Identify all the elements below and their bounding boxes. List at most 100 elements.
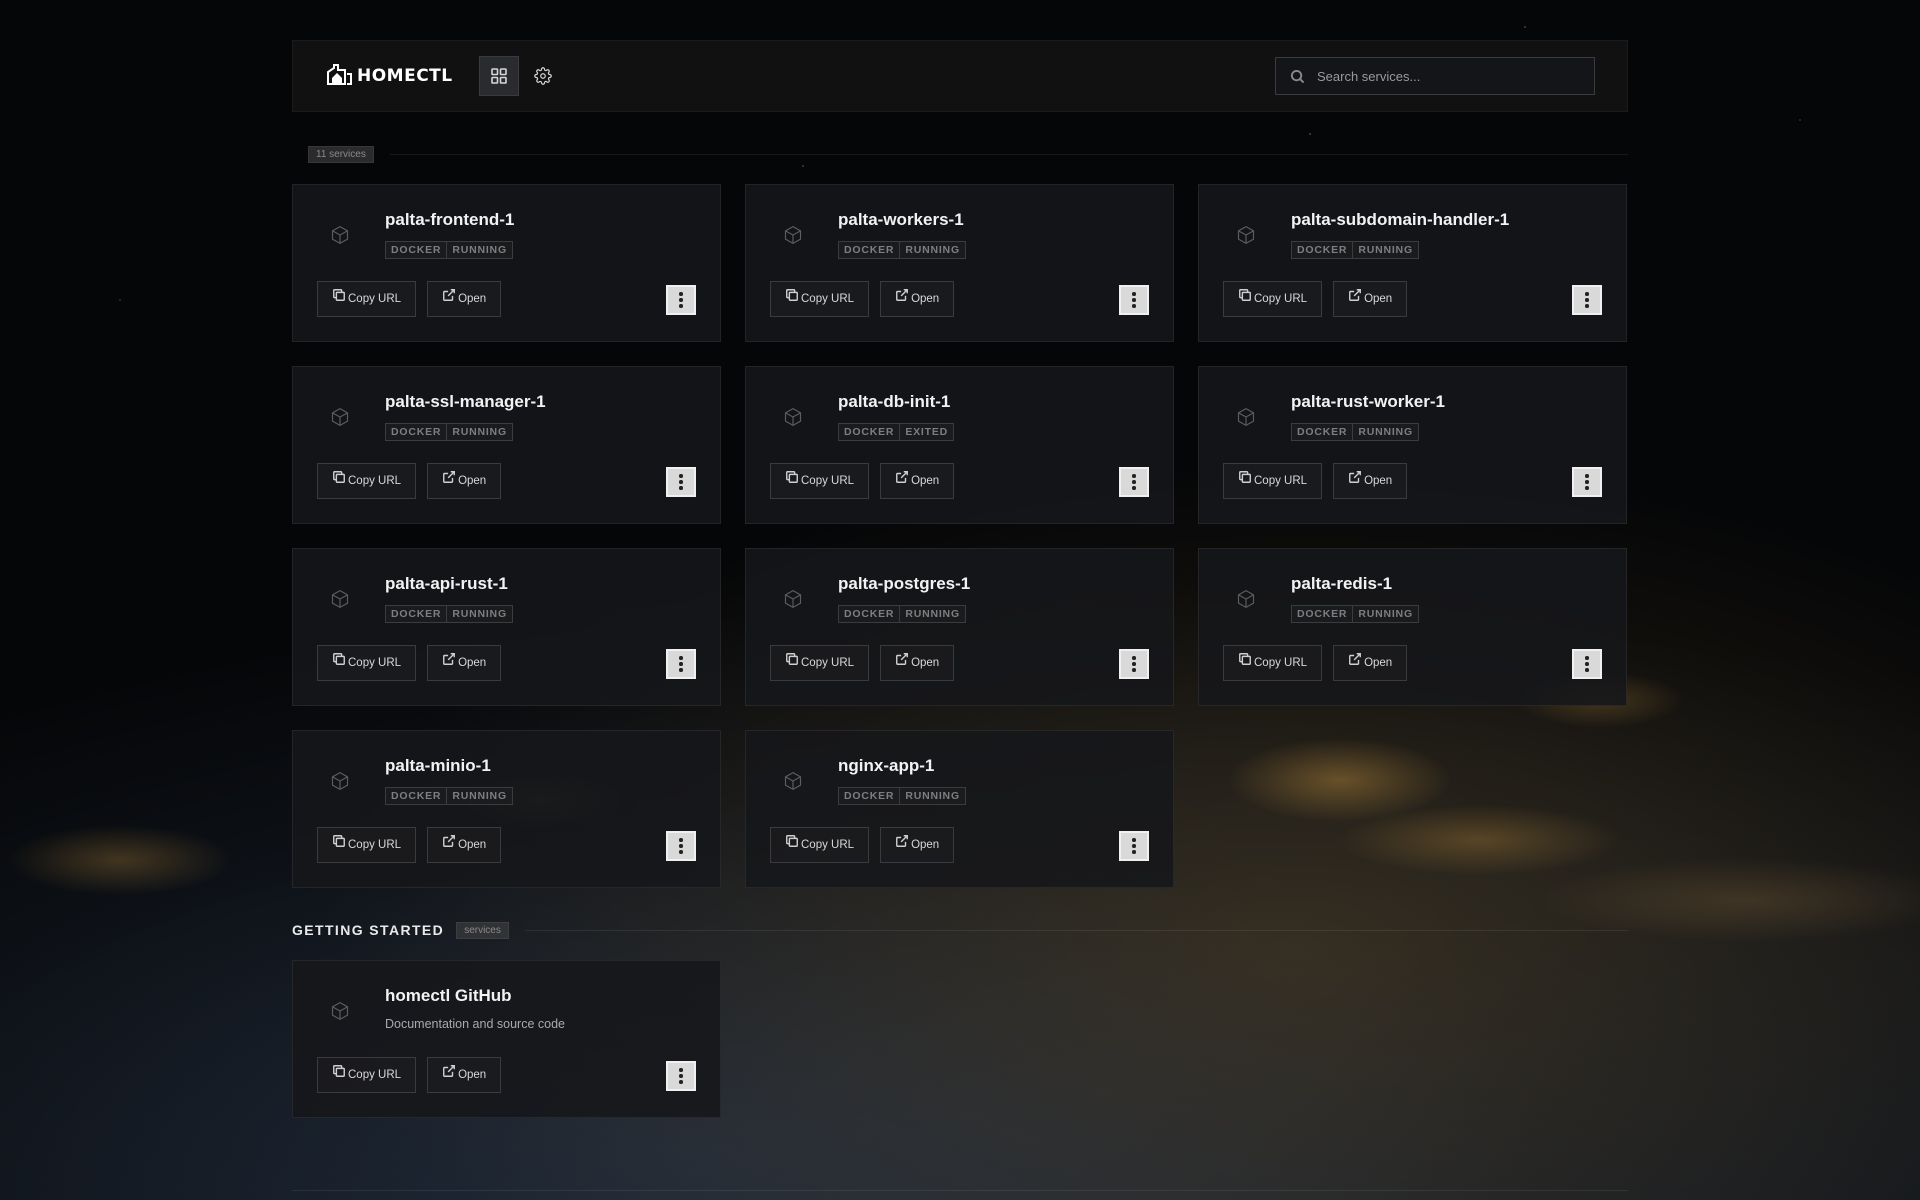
open-label: Open bbox=[1364, 475, 1393, 487]
copy-url-label: Copy URL bbox=[801, 293, 855, 305]
more-options-button[interactable] bbox=[666, 649, 696, 679]
service-name: palta-api-rust-1 bbox=[385, 574, 508, 593]
more-options-button[interactable] bbox=[666, 467, 696, 497]
open-button[interactable]: Open bbox=[427, 281, 502, 317]
more-options-button[interactable] bbox=[1119, 831, 1149, 861]
service-card[interactable]: palta-subdomain-handler-1 DOCKER RUNNING Co… bbox=[1198, 184, 1627, 342]
service-card[interactable]: palta-minio-1 DOCKER RUNNING Copy URL Open bbox=[292, 730, 721, 888]
service-card[interactable]: palta-ssl-manager-1 DOCKER RUNNING Copy URL… bbox=[292, 366, 721, 524]
open-button[interactable]: Open bbox=[1333, 645, 1408, 681]
more-options-button[interactable] bbox=[1572, 649, 1602, 679]
more-options-button[interactable] bbox=[666, 831, 696, 861]
service-name: palta-workers-1 bbox=[838, 210, 964, 229]
status-badge: RUNNING bbox=[447, 605, 513, 623]
service-card[interactable]: palta-redis-1 DOCKER RUNNING Copy URL Open bbox=[1198, 548, 1627, 706]
type-badge: DOCKER bbox=[385, 241, 448, 259]
copy-icon bbox=[332, 1065, 346, 1081]
copy-url-button[interactable]: Copy URL bbox=[1223, 645, 1323, 681]
copy-url-button[interactable]: Copy URL bbox=[317, 1057, 417, 1093]
grid-view-button[interactable] bbox=[478, 56, 519, 96]
more-options-button[interactable] bbox=[666, 1061, 696, 1091]
more-options-button[interactable] bbox=[1119, 285, 1149, 315]
open-button[interactable]: Open bbox=[427, 1057, 502, 1093]
open-button[interactable]: Open bbox=[427, 827, 502, 863]
type-badge: DOCKER bbox=[385, 605, 448, 623]
service-card[interactable]: palta-rust-worker-1 DOCKER RUNNING Copy URL… bbox=[1198, 366, 1627, 524]
app-container: HOMECTL 11 services bbox=[292, 40, 1628, 1118]
open-button[interactable]: Open bbox=[880, 281, 955, 317]
open-label: Open bbox=[458, 293, 487, 305]
copy-url-button[interactable]: Copy URL bbox=[1223, 281, 1323, 317]
open-button[interactable]: Open bbox=[880, 463, 955, 499]
cube-icon bbox=[330, 407, 350, 427]
service-name: palta-rust-worker-1 bbox=[1291, 392, 1445, 411]
open-label: Open bbox=[458, 1069, 487, 1081]
card-actions: Copy URL Open bbox=[317, 463, 502, 499]
type-badge: DOCKER bbox=[385, 787, 448, 805]
copy-url-button[interactable]: Copy URL bbox=[770, 645, 870, 681]
external-link-icon bbox=[895, 653, 909, 669]
search-box[interactable] bbox=[1275, 57, 1595, 95]
open-button[interactable]: Open bbox=[880, 827, 955, 863]
status-badge: RUNNING bbox=[900, 787, 966, 805]
copy-url-label: Copy URL bbox=[1254, 657, 1308, 669]
service-card[interactable]: nginx-app-1 DOCKER RUNNING Copy URL Open bbox=[745, 730, 1174, 888]
search-icon bbox=[1290, 69, 1305, 83]
copy-url-button[interactable]: Copy URL bbox=[770, 827, 870, 863]
more-options-button[interactable] bbox=[1119, 467, 1149, 497]
copy-url-label: Copy URL bbox=[801, 475, 855, 487]
open-button[interactable]: Open bbox=[1333, 281, 1408, 317]
card-actions: Copy URL Open bbox=[317, 827, 502, 863]
copy-url-button[interactable]: Copy URL bbox=[1223, 463, 1323, 499]
open-button[interactable]: Open bbox=[427, 645, 502, 681]
copy-url-button[interactable]: Copy URL bbox=[770, 281, 870, 317]
open-button[interactable]: Open bbox=[427, 463, 502, 499]
type-badge: DOCKER bbox=[385, 423, 448, 441]
more-options-button[interactable] bbox=[1572, 467, 1602, 497]
section-header-services: 11 services bbox=[292, 144, 1628, 164]
open-label: Open bbox=[911, 839, 940, 851]
more-vertical-icon bbox=[679, 292, 683, 308]
copy-url-button[interactable]: Copy URL bbox=[317, 281, 417, 317]
card-actions: Copy URL Open bbox=[770, 645, 955, 681]
more-options-button[interactable] bbox=[1572, 285, 1602, 315]
service-card[interactable]: palta-workers-1 DOCKER RUNNING Copy URL Open bbox=[745, 184, 1174, 342]
service-card[interactable]: palta-postgres-1 DOCKER RUNNING Copy URL Ope… bbox=[745, 548, 1174, 706]
open-button[interactable]: Open bbox=[880, 645, 955, 681]
cube-icon bbox=[1236, 589, 1256, 609]
service-description: Documentation and source code bbox=[385, 1017, 565, 1031]
settings-button[interactable] bbox=[523, 56, 563, 96]
copy-url-button[interactable]: Copy URL bbox=[317, 463, 417, 499]
external-link-icon bbox=[442, 835, 456, 851]
service-card[interactable]: palta-db-init-1 DOCKER EXITED Copy URL Open bbox=[745, 366, 1174, 524]
status-badge: RUNNING bbox=[447, 423, 513, 441]
card-actions: Copy URL Open bbox=[317, 1057, 502, 1093]
more-options-button[interactable] bbox=[666, 285, 696, 315]
open-button[interactable]: Open bbox=[1333, 463, 1408, 499]
service-card[interactable]: homectl GitHub Documentation and source c… bbox=[292, 960, 721, 1118]
app-logo[interactable]: HOMECTL bbox=[325, 64, 453, 88]
more-options-button[interactable] bbox=[1119, 649, 1149, 679]
copy-icon bbox=[332, 653, 346, 669]
copy-icon bbox=[785, 653, 799, 669]
open-label: Open bbox=[1364, 293, 1393, 305]
more-vertical-icon bbox=[679, 474, 683, 490]
open-label: Open bbox=[458, 475, 487, 487]
gear-icon bbox=[533, 67, 552, 85]
more-vertical-icon bbox=[679, 838, 683, 854]
copy-url-button[interactable]: Copy URL bbox=[770, 463, 870, 499]
service-card[interactable]: palta-frontend-1 DOCKER RUNNING Copy URL Ope… bbox=[292, 184, 721, 342]
more-vertical-icon bbox=[1585, 656, 1589, 672]
cube-icon bbox=[783, 407, 803, 427]
type-badge: DOCKER bbox=[1291, 605, 1354, 623]
top-header: HOMECTL bbox=[292, 40, 1628, 112]
service-card[interactable]: palta-api-rust-1 DOCKER RUNNING Copy URL Ope… bbox=[292, 548, 721, 706]
service-tags: DOCKER RUNNING bbox=[385, 605, 513, 623]
copy-url-button[interactable]: Copy URL bbox=[317, 645, 417, 681]
copy-url-button[interactable]: Copy URL bbox=[317, 827, 417, 863]
grid-icon bbox=[490, 68, 507, 84]
search-input[interactable] bbox=[1315, 67, 1579, 85]
services-grid: palta-frontend-1 DOCKER RUNNING Copy URL Ope… bbox=[292, 184, 1628, 888]
cube-icon bbox=[330, 589, 350, 609]
copy-icon bbox=[1238, 653, 1252, 669]
